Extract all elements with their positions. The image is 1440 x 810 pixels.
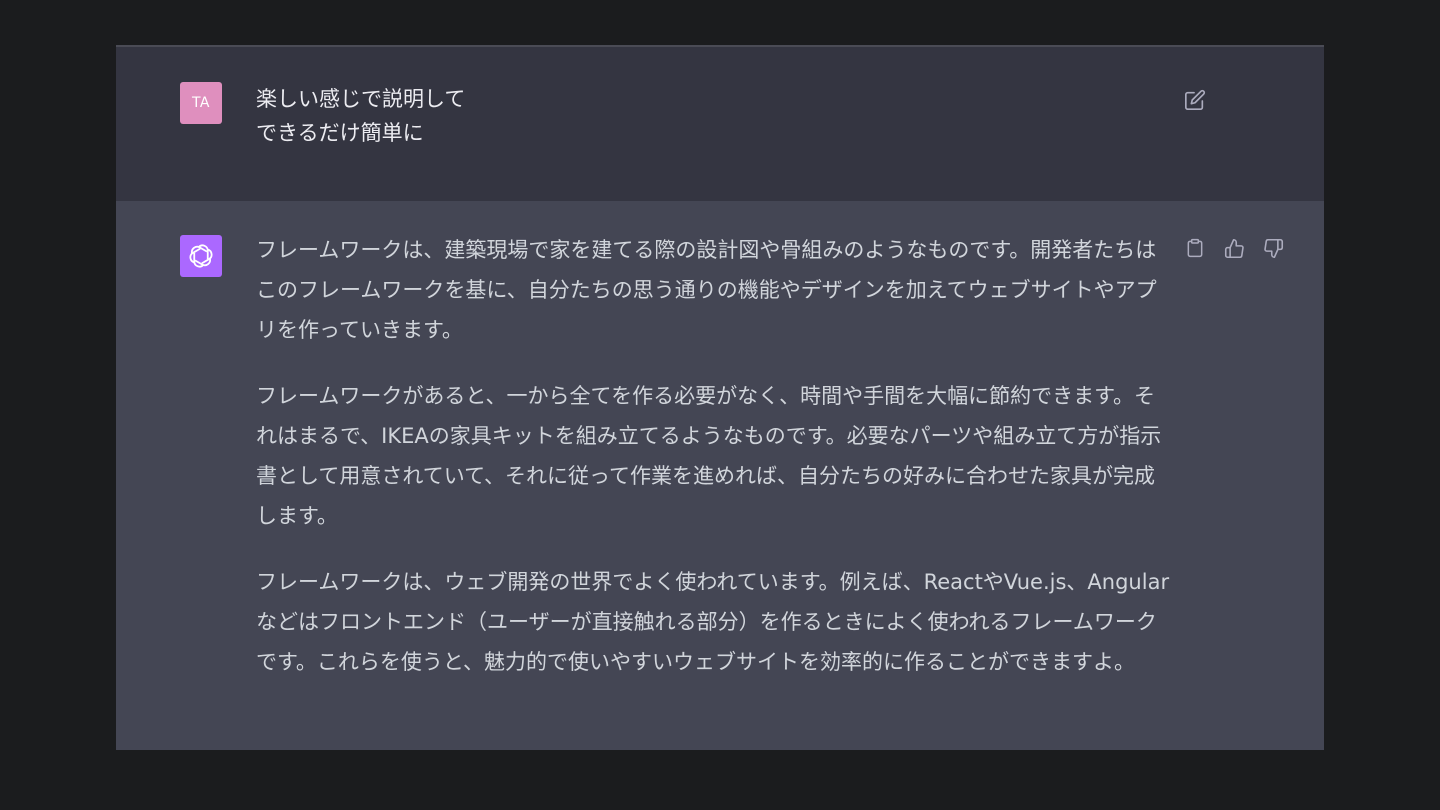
thumbs-up-icon [1224,238,1245,259]
openai-logo-icon [186,241,216,271]
user-message-row: TA 楽しい感じで説明して できるだけ簡単に [116,45,1324,202]
window-top-edge [116,45,1324,47]
thumbs-up-button[interactable] [1221,235,1247,261]
assistant-paragraph: フレームワークは、建築現場で家を建てる際の設計図や骨組みのようなものです。開発者… [256,238,1157,342]
thumbs-down-button[interactable] [1260,235,1286,261]
assistant-message-row: フレームワークは、建築現場で家を建てる際の設計図や骨組みのようなものです。開発者… [116,201,1324,750]
copy-button[interactable] [1182,235,1208,261]
thumbs-down-icon [1263,238,1284,259]
assistant-message-text: フレームワークは、建築現場で家を建てる際の設計図や骨組みのようなものです。開発者… [256,230,1171,708]
user-message-line: 楽しい感じで説明して [256,87,466,111]
assistant-avatar [180,235,222,277]
message-actions [1182,235,1286,261]
user-message-line: できるだけ簡単に [256,121,424,145]
assistant-paragraph: フレームワークがあると、一から全てを作る必要がなく、時間や手間を大幅に節約できま… [256,384,1162,528]
chat-window: TA 楽しい感じで説明して できるだけ簡単に フレームワークは、建築現場で家を建… [116,45,1324,750]
assistant-paragraph: フレームワークは、ウェブ開発の世界でよく使われています。例えば、ReactやVu… [256,570,1170,674]
edit-message-button[interactable] [1182,87,1208,113]
edit-icon [1184,89,1206,111]
clipboard-icon [1185,238,1205,258]
user-avatar-initials: TA [191,95,211,111]
user-message-text: 楽しい感じで説明して できるだけ簡単に [256,82,1156,150]
user-avatar: TA [180,82,222,124]
